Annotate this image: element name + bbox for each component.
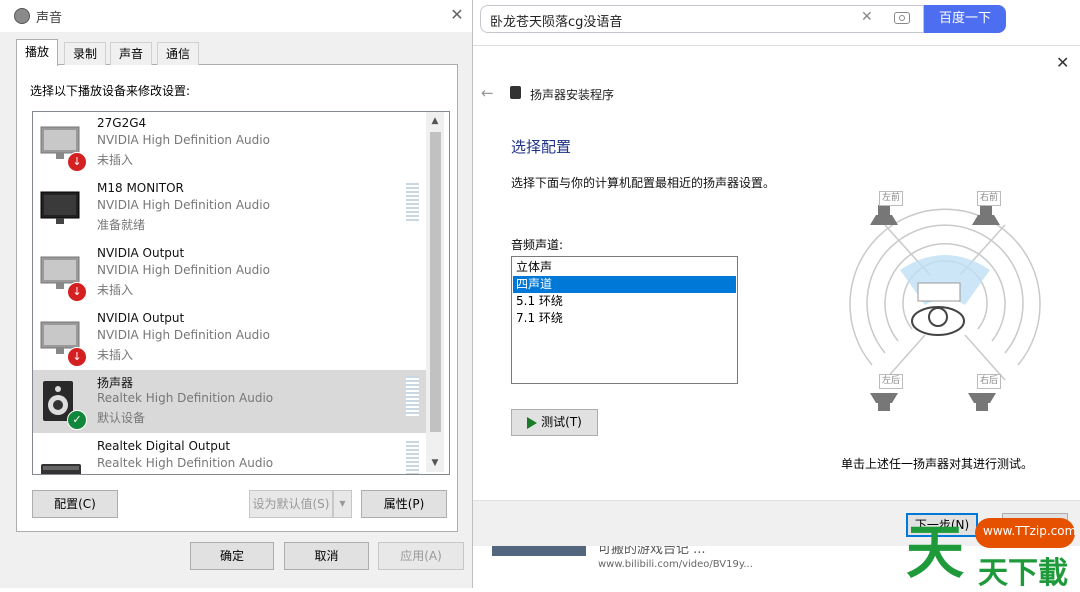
device-list[interactable]: ↓ 27G2G4 NVIDIA High Definition Audio 未插…: [32, 111, 450, 475]
chevron-down-icon[interactable]: ▼: [333, 490, 352, 518]
playback-instruction: 选择以下播放设备来修改设置:: [30, 84, 191, 98]
test-hint: 单击上述任一扬声器对其进行测试。: [841, 457, 1034, 471]
scroll-up-icon[interactable]: ▲: [426, 112, 444, 130]
search-input-value: 卧龙苍天陨落cg没语音: [490, 15, 623, 30]
scrollbar-thumb[interactable]: [430, 132, 441, 432]
properties-button[interactable]: 属性(P): [361, 490, 447, 518]
monitor-shape: [917, 282, 961, 302]
channel-option-selected[interactable]: 四声道: [513, 276, 736, 293]
channel-option[interactable]: 立体声: [513, 259, 736, 276]
tab-sounds[interactable]: 声音: [110, 42, 153, 65]
default-device-check-icon: ✓: [67, 410, 87, 430]
watermark-logo: 天: [906, 518, 965, 586]
speaker-icon: [14, 8, 30, 24]
scroll-down-icon[interactable]: ▼: [426, 454, 444, 472]
tab-recording[interactable]: 录制: [64, 42, 107, 65]
test-button-label: 测试(T): [541, 415, 582, 429]
play-icon: [527, 416, 538, 429]
device-driver: NVIDIA High Definition Audio: [97, 263, 270, 277]
title-bar: [0, 0, 472, 32]
device-status: 未插入: [97, 348, 134, 362]
device-driver: NVIDIA High Definition Audio: [97, 198, 270, 212]
clear-icon[interactable]: ✕: [861, 9, 873, 25]
monitor-icon: [40, 191, 80, 224]
speaker-label-front-left: 左前: [879, 191, 903, 206]
device-name: 27G2G4: [97, 116, 147, 130]
device-row-selected[interactable]: ✓ 扬声器 Realtek High Definition Audio 默认设备: [33, 370, 426, 433]
device-name: Realtek Digital Output: [97, 439, 231, 453]
device-row[interactable]: ↓ 27G2G4 NVIDIA High Definition Audio 未插…: [33, 112, 426, 175]
tab-playback[interactable]: 播放: [16, 39, 59, 66]
test-button[interactable]: 测试(T): [511, 409, 598, 436]
speaker-diagram: [849, 205, 1041, 411]
apply-button[interactable]: 应用(A): [378, 542, 464, 570]
device-name: 扬声器: [97, 376, 134, 390]
channel-option[interactable]: 7.1 环绕: [513, 310, 736, 327]
device-status: 准备就绪: [97, 218, 146, 232]
speaker-front-left-icon[interactable]: [870, 205, 898, 225]
device-driver: Realtek High Definition Audio: [97, 456, 274, 470]
speaker-icon: [510, 86, 521, 99]
configure-button[interactable]: 配置(C): [32, 490, 118, 518]
result-url[interactable]: www.bilibili.com/video/BV19y...: [598, 559, 753, 570]
device-name: NVIDIA Output: [97, 246, 185, 260]
set-default-button[interactable]: 设为默认值(S): [249, 490, 333, 518]
close-icon[interactable]: ✕: [446, 4, 468, 26]
device-status: 默认设备: [97, 411, 146, 425]
close-icon[interactable]: ✕: [1056, 53, 1069, 72]
listener-head: [928, 307, 948, 327]
watermark-site: www.TTzip.com: [983, 524, 1077, 538]
device-status: 未插入: [97, 153, 134, 167]
channel-option[interactable]: 5.1 环绕: [513, 293, 736, 310]
speaker-label-rear-left: 左后: [879, 374, 903, 389]
volume-level-meter: [406, 441, 419, 474]
disconnected-icon: ↓: [67, 152, 87, 172]
digital-output-icon: [41, 464, 81, 474]
watermark-text: 天下載: [978, 556, 1068, 591]
channel-list[interactable]: 立体声 四声道 5.1 环绕 7.1 环绕: [511, 256, 738, 384]
device-name: M18 MONITOR: [97, 181, 184, 195]
disconnected-icon: ↓: [67, 282, 87, 302]
back-arrow-icon[interactable]: ←: [481, 84, 494, 102]
device-name: NVIDIA Output: [97, 311, 185, 325]
tab-communications[interactable]: 通信: [157, 42, 200, 65]
wizard-title: 扬声器安装程序: [530, 88, 615, 102]
disconnected-icon: ↓: [67, 347, 87, 367]
device-row[interactable]: ↓ NVIDIA Output NVIDIA High Definition A…: [33, 242, 426, 305]
speaker-label-front-right: 右前: [977, 191, 1001, 206]
speaker-rear-left-icon[interactable]: [870, 393, 898, 411]
wizard-instruction: 选择下面与你的计算机配置最相近的扬声器设置。: [511, 176, 776, 190]
wizard-heading: 选择配置: [511, 138, 572, 156]
device-row[interactable]: M18 MONITOR NVIDIA High Definition Audio…: [33, 177, 426, 240]
speaker-label-rear-right: 右后: [977, 374, 1001, 389]
search-button[interactable]: 百度一下: [924, 5, 1006, 33]
device-driver: Realtek High Definition Audio: [97, 391, 274, 405]
dialog-title: 声音: [36, 11, 63, 26]
speaker-rear-right-icon[interactable]: [968, 393, 996, 411]
volume-level-meter: [406, 183, 419, 223]
camera-icon[interactable]: [894, 12, 910, 24]
channel-label: 音频声道:: [511, 238, 564, 252]
volume-level-meter: [406, 376, 419, 416]
device-row[interactable]: Realtek Digital Output Realtek High Defi…: [33, 435, 426, 474]
cancel-button[interactable]: 取消: [284, 542, 369, 570]
device-status: 未插入: [97, 283, 134, 297]
device-driver: NVIDIA High Definition Audio: [97, 328, 270, 342]
device-row[interactable]: ↓ NVIDIA Output NVIDIA High Definition A…: [33, 307, 426, 370]
device-driver: NVIDIA High Definition Audio: [97, 133, 270, 147]
ok-button[interactable]: 确定: [190, 542, 274, 570]
